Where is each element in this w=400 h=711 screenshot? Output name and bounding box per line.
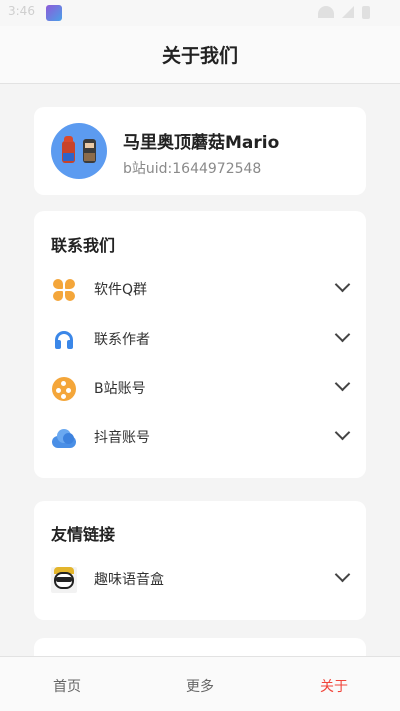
- bottom-nav: 首页 更多 关于: [0, 656, 400, 711]
- character-figure-icon: [83, 139, 96, 163]
- section-title-contact: 联系我们: [51, 236, 116, 255]
- status-indicators: [318, 6, 370, 19]
- chevron-down-icon[interactable]: [334, 329, 350, 345]
- chevron-down-icon[interactable]: [334, 279, 350, 295]
- cloud-icon: [51, 425, 77, 451]
- status-time: 3:46: [8, 4, 35, 18]
- contact-card: 联系我们 软件Q群 联系作者 B站账号 抖音账号: [34, 211, 366, 478]
- panda-icon: [51, 567, 77, 593]
- avatar: [51, 123, 107, 179]
- status-bar: 3:46: [0, 0, 400, 26]
- contact-item-label: B站账号: [94, 381, 146, 397]
- nav-about[interactable]: 关于: [320, 676, 348, 696]
- chevron-down-icon[interactable]: [334, 427, 350, 443]
- battery-icon: [362, 6, 370, 19]
- page-title: 关于我们: [161, 45, 238, 67]
- chevron-down-icon[interactable]: [334, 378, 350, 394]
- wifi-icon: [318, 6, 334, 18]
- nav-more[interactable]: 更多: [186, 676, 214, 696]
- contact-item-label: 软件Q群: [94, 282, 148, 298]
- nav-home[interactable]: 首页: [53, 676, 81, 696]
- contact-item-author[interactable]: 联系作者: [34, 319, 366, 359]
- contact-item-label: 抖音账号: [94, 430, 150, 446]
- signal-icon: [342, 6, 354, 18]
- profile-card: 马里奥顶蘑菇Mario b站uid:1644972548: [34, 107, 366, 195]
- link-item-label: 趣味语音盒: [94, 572, 164, 588]
- links-card: 友情链接 趣味语音盒: [34, 501, 366, 620]
- contact-item-label: 联系作者: [94, 332, 150, 348]
- contact-item-douyin[interactable]: 抖音账号: [34, 417, 366, 457]
- bilibili-icon: [51, 376, 77, 402]
- profile-name: 马里奥顶蘑菇Mario: [123, 133, 280, 153]
- contact-item-qq-group[interactable]: 软件Q群: [34, 269, 366, 309]
- profile-uid: b站uid:1644972548: [123, 161, 262, 177]
- link-item-voice-box[interactable]: 趣味语音盒: [34, 559, 366, 599]
- mario-figure-icon: [62, 136, 75, 163]
- clover-icon: [51, 277, 77, 303]
- section-title-links: 友情链接: [51, 525, 116, 544]
- chevron-down-icon[interactable]: [334, 569, 350, 585]
- app-notification-icon: [46, 5, 62, 21]
- contact-item-bilibili[interactable]: B站账号: [34, 368, 366, 408]
- app-header: 关于我们: [0, 26, 400, 84]
- headset-icon: [51, 327, 77, 353]
